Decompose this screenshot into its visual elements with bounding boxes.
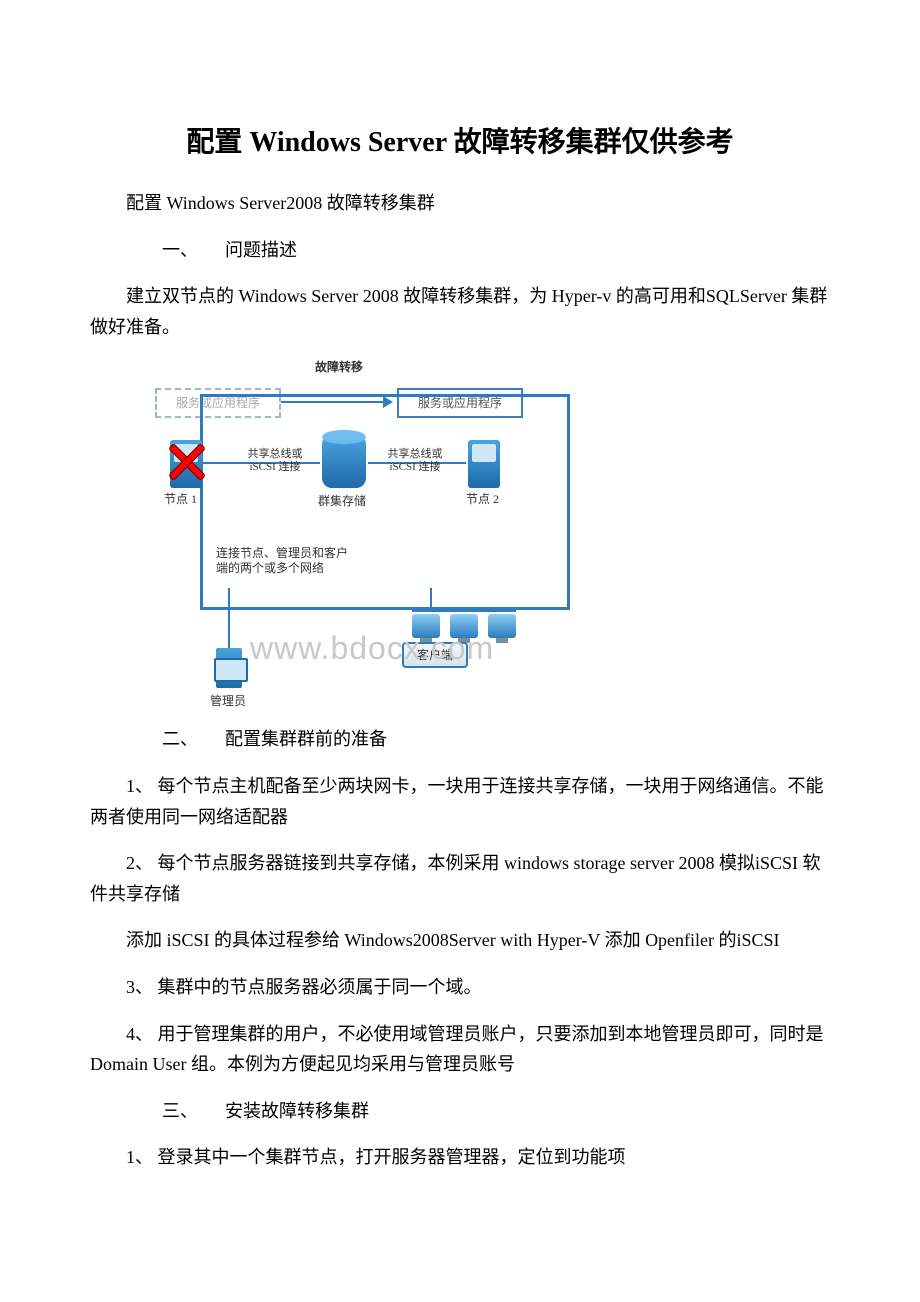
prep-item-1: 1、 每个节点主机配备至少两块网卡，一块用于连接共享存储，一块用于网络通信。不能… (90, 771, 830, 832)
doc-title: 配置 Windows Server 故障转移集群仅供参考 (90, 120, 830, 160)
admin-label: 管理员 (210, 692, 246, 709)
node2-label: 节点 2 (466, 490, 499, 507)
section-1-num: 一、 (126, 235, 225, 266)
node2-icon (468, 440, 500, 488)
conn-label-right: 共享总线或 iSCSI 连接 (380, 448, 450, 474)
cluster-frame (200, 394, 570, 610)
client-bus-line (412, 610, 516, 612)
conn2a: 共享总线或 (388, 448, 443, 460)
section-1-heading: 一、问题描述 (90, 235, 830, 266)
prep-item-2: 2、 每个节点服务器链接到共享存储，本例采用 windows storage s… (90, 848, 830, 909)
section-2-label: 配置集群群前的准备 (225, 729, 387, 749)
prep-item-2-note: 添加 iSCSI 的具体过程参给 Windows2008Server with … (90, 925, 830, 956)
admin-pc-icon (216, 648, 242, 688)
section-3-heading: 三、安装故障转移集群 (90, 1096, 830, 1127)
section-2-num: 二、 (126, 724, 225, 755)
intro-line: 配置 Windows Server2008 故障转移集群 (90, 188, 830, 219)
prep-item-3: 3、 集群中的节点服务器必须属于同一个域。 (90, 972, 830, 1003)
network-desc: 连接节点、管理员和客户端的两个或多个网络 (216, 546, 356, 576)
node1-label: 节点 1 (164, 490, 197, 507)
document-page: 配置 Windows Server 故障转移集群仅供参考 配置 Windows … (0, 0, 920, 1249)
node1-icon (170, 440, 202, 488)
storage-label: 群集存储 (318, 492, 366, 509)
failover-diagram: 故障转移 服务或应用程序 服务或应用程序 节点 1 共享总线或 iSCSI 连接… (150, 358, 830, 708)
admin-line (228, 609, 230, 649)
section-1-body: 建立双节点的 Windows Server 2008 故障转移集群，为 Hype… (90, 281, 830, 342)
conn1b: iSCSI 连接 (249, 461, 300, 473)
install-item-1: 1、 登录其中一个集群节点，打开服务器管理器，定位到功能项 (90, 1142, 830, 1173)
client-drop-line (430, 588, 432, 612)
conn2b: iSCSI 连接 (389, 461, 440, 473)
section-3-num: 三、 (126, 1096, 225, 1127)
section-1-label: 问题描述 (225, 240, 297, 260)
diagram-canvas: 故障转移 服务或应用程序 服务或应用程序 节点 1 共享总线或 iSCSI 连接… (150, 358, 570, 708)
conn1a: 共享总线或 (248, 448, 303, 460)
conn-label-left: 共享总线或 iSCSI 连接 (240, 448, 310, 474)
watermark-text: www.bdocx.com (250, 630, 494, 667)
section-2-heading: 二、配置集群群前的准备 (90, 724, 830, 755)
section-3-label: 安装故障转移集群 (225, 1101, 369, 1121)
storage-icon (322, 436, 366, 488)
prep-item-4: 4、 用于管理集群的用户，不必使用域管理员账户，只要添加到本地管理员即可，同时是… (90, 1019, 830, 1080)
failover-label: 故障转移 (315, 358, 363, 375)
